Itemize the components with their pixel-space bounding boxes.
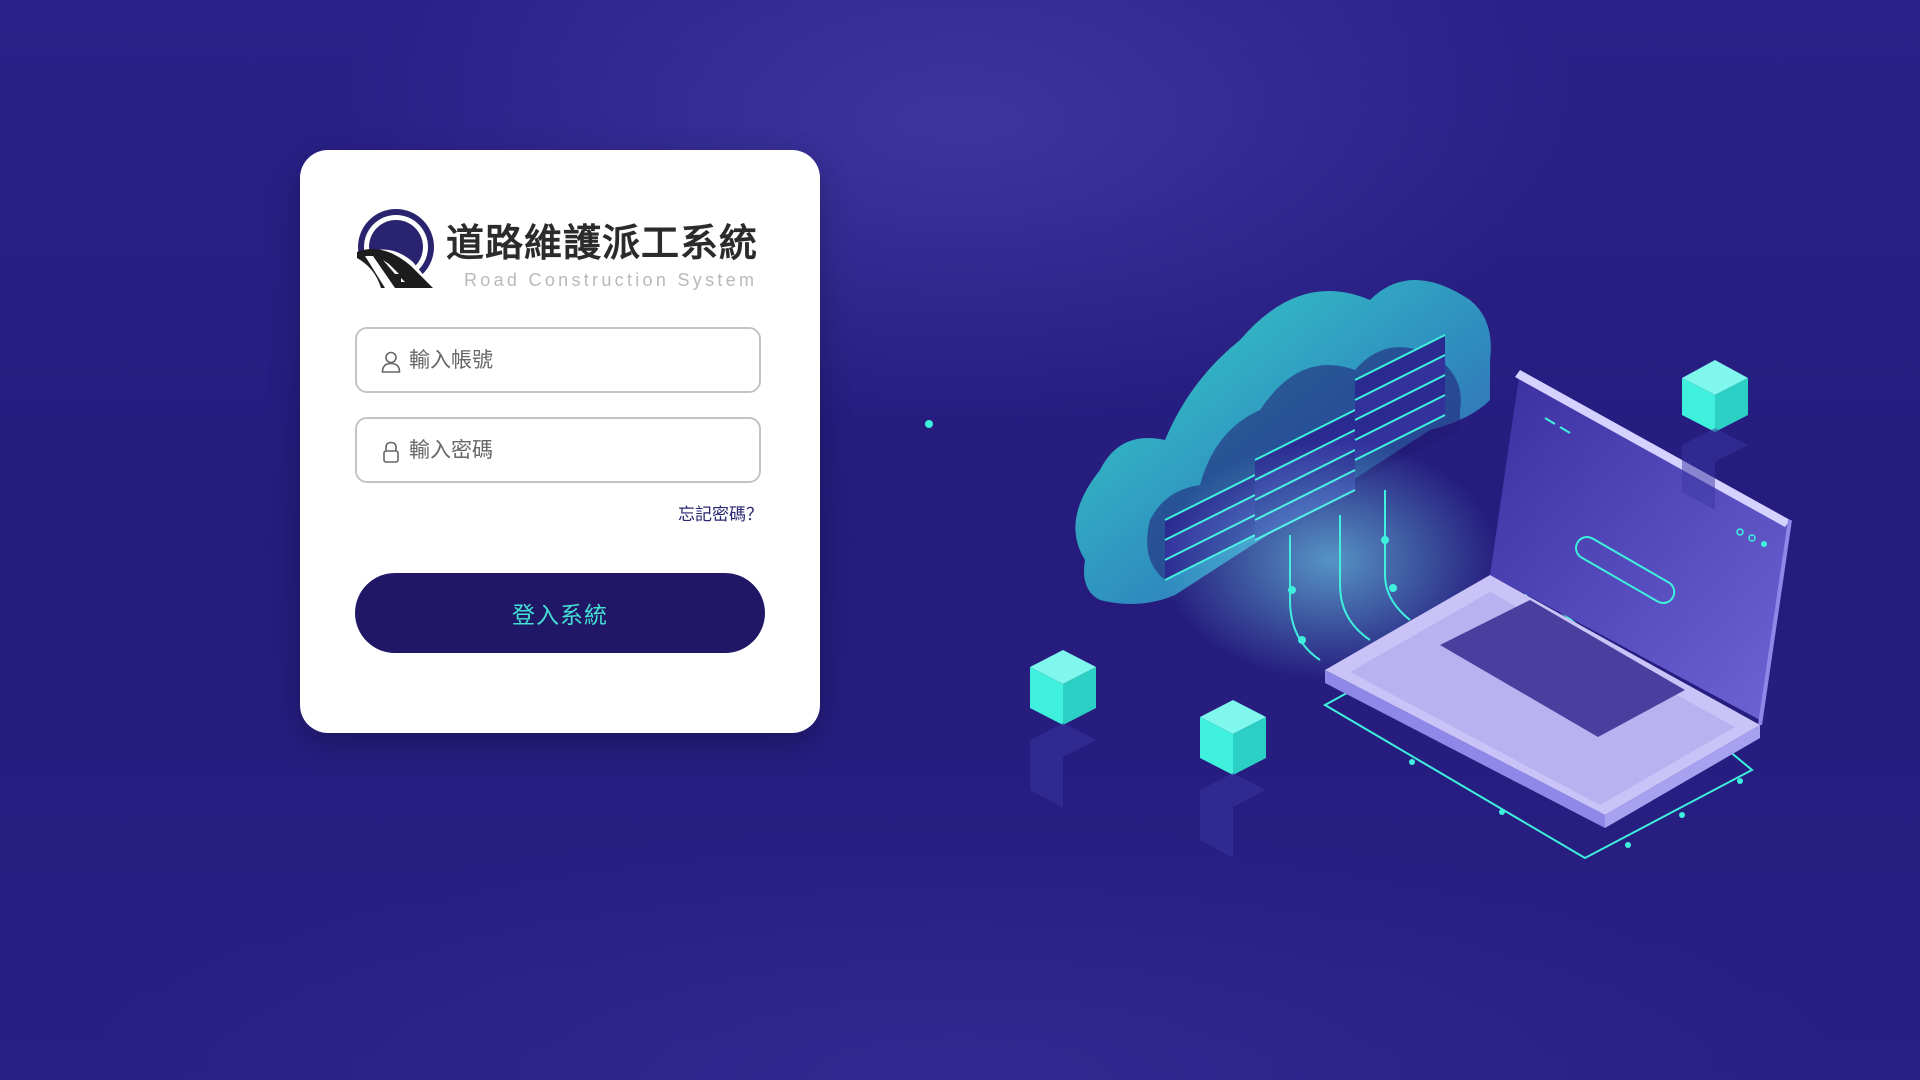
cube-icon	[1030, 650, 1096, 808]
cube-icon	[1682, 360, 1748, 510]
user-icon	[381, 351, 401, 373]
password-field[interactable]	[355, 417, 761, 483]
brand-header: 道路維護派工系統 Road Construction System	[355, 208, 775, 292]
cloud-server-laptop-illustration	[925, 280, 1792, 860]
cube-icon	[1200, 700, 1266, 858]
forgot-password-link[interactable]: 忘記密碼？	[678, 500, 763, 525]
road-tunnel-logo	[355, 209, 437, 292]
lock-icon	[383, 441, 399, 463]
password-input[interactable]	[409, 431, 739, 469]
app-subtitle: Road Construction System	[464, 270, 758, 290]
login-card: 道路維護派工系統 Road Construction System 忘記密碼？ …	[300, 150, 820, 733]
username-field[interactable]	[355, 327, 761, 393]
sparkle-dot	[925, 420, 933, 428]
username-input[interactable]	[409, 341, 739, 379]
app-title: 道路維護派工系統	[446, 221, 759, 265]
login-button[interactable]: 登入系統	[355, 573, 765, 653]
